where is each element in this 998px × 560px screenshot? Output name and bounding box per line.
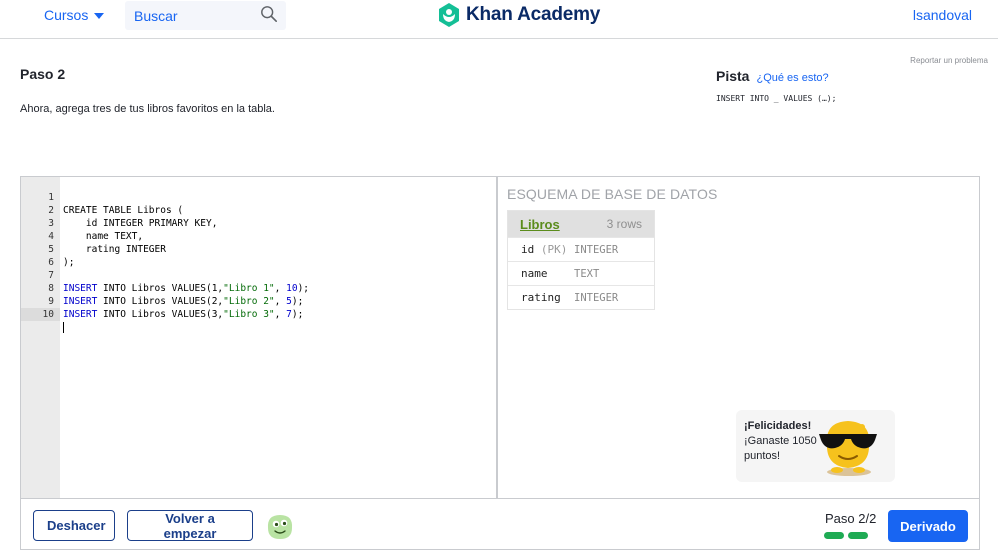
report-problem-link[interactable]: Reportar un problema <box>910 56 988 65</box>
challenge-footer: Deshacer Volver a empezar Paso 2/2 Deriv… <box>21 498 979 549</box>
sunglasses-mascot-icon <box>819 421 877 476</box>
code-token: INTO Libros VALUES(3, <box>97 309 224 320</box>
column-name-text: id <box>521 243 535 256</box>
next-step-button[interactable]: Derivado <box>888 510 968 542</box>
code-line[interactable]: 8 INSERT INTO Libros VALUES(2,"Libro 2",… <box>21 269 496 307</box>
code-text <box>63 321 64 334</box>
congratulations-toast: ¡Felicidades! ¡Ganaste 1050 puntos! <box>736 410 895 482</box>
code-token-keyword: INSERT <box>63 309 98 320</box>
database-schema-panel: ESQUEMA DE BASE DE DATOS Libros 3 rows i… <box>500 177 979 498</box>
toast-line-2: puntos! <box>744 450 781 462</box>
search-icon[interactable] <box>260 5 278 23</box>
step-progress-bar <box>824 532 868 539</box>
column-type: TEXT <box>574 267 600 280</box>
column-type: INTEGER <box>574 291 619 304</box>
code-line[interactable]: 6 <box>21 243 496 268</box>
code-line[interactable]: 1 CREATE TABLE Libros ( <box>21 178 496 216</box>
code-line[interactable]: 2 id INTEGER PRIMARY KEY, <box>21 191 496 229</box>
step-counter: Paso 2/2 <box>825 511 877 526</box>
code-line-active[interactable]: 10 <box>21 295 496 333</box>
schema-column-row: id (PK) INTEGER <box>508 237 654 261</box>
top-nav: Cursos Khan Academy lsandoval <box>0 0 998 39</box>
logo-text: Khan Academy <box>466 4 601 25</box>
code-token: ); <box>291 309 304 320</box>
avatar-icon[interactable] <box>264 511 296 541</box>
code-text: INSERT INTO Libros VALUES(3,"Libro 3", 7… <box>63 308 303 321</box>
start-over-button[interactable]: Volver a empezar <box>127 510 253 541</box>
primary-key-marker: (PK) <box>540 243 568 256</box>
line-number: 10 <box>21 308 60 321</box>
challenge-workspace: 1 CREATE TABLE Libros ( 2 id INTEGER PRI… <box>20 176 980 550</box>
search-box <box>125 1 286 30</box>
user-menu[interactable]: lsandoval <box>913 7 972 23</box>
hint-whats-this-link[interactable]: ¿Qué es esto? <box>756 72 828 84</box>
code-line[interactable]: 5 ); <box>21 230 496 268</box>
text-cursor <box>63 322 64 333</box>
code-token: , <box>274 309 287 320</box>
code-line[interactable]: 7 INSERT INTO Libros VALUES(1,"Libro 1",… <box>21 256 496 294</box>
code-editor[interactable]: 1 CREATE TABLE Libros ( 2 id INTEGER PRI… <box>21 177 498 498</box>
progress-segment <box>848 532 868 539</box>
search-input[interactable] <box>125 1 255 30</box>
khan-academy-logo[interactable]: Khan Academy <box>438 3 600 27</box>
schema-table: Libros 3 rows id (PK) INTEGER name TEXT … <box>507 210 655 310</box>
code-line[interactable]: 3 name TEXT, <box>21 204 496 242</box>
schema-column-row: rating INTEGER <box>508 285 654 309</box>
hint-header: Pista ¿Qué es esto? <box>716 68 829 84</box>
column-type: INTEGER <box>574 243 619 256</box>
column-name: name <box>521 267 548 280</box>
khan-academy-logo-icon <box>439 3 459 27</box>
step-description: Ahora, agrega tres de tus libros favorit… <box>20 103 275 115</box>
courses-label: Cursos <box>44 7 89 23</box>
caret-down-icon <box>94 12 105 19</box>
toast-line-1: ¡Ganaste 1050 <box>744 435 817 447</box>
code-line[interactable]: 9 INSERT INTO Libros VALUES(3,"Libro 3",… <box>21 282 496 320</box>
courses-menu-button[interactable]: Cursos <box>44 7 105 23</box>
toast-title: ¡Felicidades! <box>744 420 812 432</box>
hint-code: INSERT INTO _ VALUES (…); <box>716 94 837 103</box>
column-name: rating <box>521 291 561 304</box>
schema-column-row: name TEXT <box>508 261 654 285</box>
code-token-string: "Libro 3" <box>223 309 275 320</box>
schema-title: ESQUEMA DE BASE DE DATOS <box>507 186 718 202</box>
hint-title: Pista <box>716 68 750 84</box>
toast-message: ¡Felicidades! ¡Ganaste 1050 puntos! <box>744 419 824 464</box>
code-line[interactable]: 4 rating INTEGER <box>21 217 496 255</box>
step-title: Paso 2 <box>20 66 66 82</box>
schema-table-name-link[interactable]: Libros <box>520 217 560 232</box>
code-area[interactable]: 1 CREATE TABLE Libros ( 2 id INTEGER PRI… <box>21 177 496 498</box>
undo-button[interactable]: Deshacer <box>33 510 115 541</box>
schema-row-count: 3 rows <box>606 217 642 231</box>
progress-segment <box>824 532 844 539</box>
column-name: id (PK) <box>508 243 574 256</box>
schema-table-header: Libros 3 rows <box>508 211 654 237</box>
